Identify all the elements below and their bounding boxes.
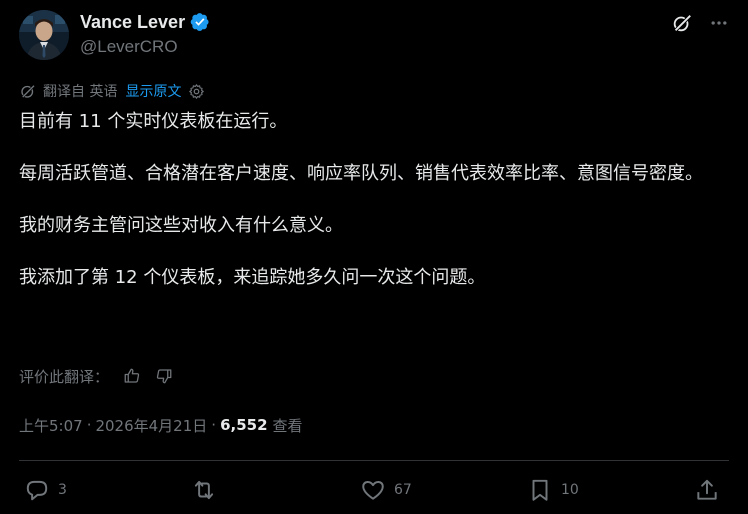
view-count[interactable]: 6,552: [220, 416, 267, 434]
retweet-icon: [194, 480, 214, 500]
thumbs-down-icon[interactable]: [155, 367, 173, 385]
translation-bar: 翻译自 英语 显示原文: [19, 80, 205, 102]
reply-button[interactable]: 3: [24, 476, 67, 504]
translated-from-label: 翻译自 英语: [43, 84, 118, 100]
like-icon: [362, 481, 384, 500]
like-count: 67: [394, 482, 412, 498]
tweet-time[interactable]: 上午5:07: [19, 415, 83, 436]
tweet-header: Vance Lever @LeverCRO: [19, 10, 729, 60]
tweet-paragraph: 我添加了第 12 个仪表板，来追踪她多久问一次这个问题。: [19, 267, 486, 288]
bookmark-count: 10: [561, 482, 579, 498]
author-info: Vance Lever @LeverCRO: [80, 11, 210, 57]
verified-badge-icon[interactable]: [190, 12, 210, 32]
tweet-paragraph: 目前有 11 个实时仪表板在运行。: [19, 111, 288, 132]
share-button[interactable]: [694, 476, 720, 504]
share-icon: [697, 479, 717, 500]
meta-separator: ·: [86, 416, 92, 434]
tweet-paragraph: 每周活跃管道、合格潜在客户速度、响应率队列、销售代表效率比率、意图信号密度。: [19, 163, 703, 184]
globe-icon: [21, 84, 36, 99]
avatar[interactable]: [19, 10, 69, 60]
meta-separator: ·: [211, 416, 217, 434]
avatar-image: [19, 10, 69, 60]
display-name[interactable]: Vance Lever: [80, 12, 185, 33]
grok-icon[interactable]: [671, 12, 693, 34]
like-button[interactable]: 67: [360, 476, 412, 504]
thumbs-up-icon[interactable]: [123, 367, 141, 385]
reply-count: 3: [58, 482, 67, 498]
tweet-meta: 上午5:07 · 2026年4月21日 · 6,552 查看: [19, 413, 303, 437]
view-count-label: 查看: [272, 416, 303, 435]
name-row: Vance Lever: [80, 11, 210, 33]
tweet-date[interactable]: 2026年4月21日: [95, 415, 207, 436]
header-actions: [671, 12, 729, 34]
action-bar: 3 67 10: [19, 476, 721, 506]
more-icon[interactable]: [709, 13, 729, 33]
reply-icon: [26, 480, 48, 501]
rate-translation: 评价此翻译：: [19, 364, 173, 388]
handle[interactable]: @LeverCRO: [80, 37, 210, 57]
gear-icon[interactable]: [188, 83, 205, 100]
divider: [19, 460, 729, 461]
rate-translation-label: 评价此翻译：: [19, 367, 110, 386]
tweet-text: 目前有 11 个实时仪表板在运行。 每周活跃管道、合格潜在客户速度、响应率队列、…: [19, 108, 731, 292]
retweet-button[interactable]: [191, 476, 225, 504]
bookmark-button[interactable]: 10: [527, 476, 579, 504]
tweet-paragraph: 我的财务主管问这些对收入有什么意义。: [19, 215, 343, 236]
show-original-link[interactable]: 显示原文: [125, 81, 181, 101]
bookmark-icon: [532, 479, 548, 501]
